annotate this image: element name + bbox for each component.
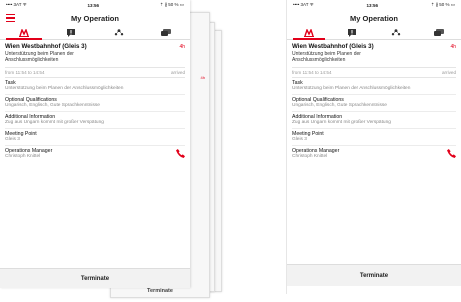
carrier-signal: •••• 3AT ᯤ xyxy=(6,2,27,7)
section-value: Ungarisch, Englisch, Gute Sprachkenntnis… xyxy=(5,103,100,109)
chat-icon xyxy=(434,28,445,36)
tab-bar xyxy=(0,26,190,40)
section-qualifications: Optional Qualifications Ungarisch, Engli… xyxy=(292,95,456,112)
section-task: Task Unterstützung beim Planen der Ansch… xyxy=(292,78,456,96)
section-qualifications: Optional Qualifications Ungarisch, Engli… xyxy=(5,95,185,112)
section-additional-info: Additional Information Zug aus Ungarn ko… xyxy=(292,112,456,129)
menu-icon[interactable] xyxy=(6,14,15,22)
page-title: My Operation xyxy=(350,13,398,23)
status-bar: •••• 3AT ᯤ 13:56 ⇡ ∦ 50 % ▭ xyxy=(0,0,190,10)
section-value: Ungarisch, Englisch, Gute Sprachkenntnis… xyxy=(292,103,387,109)
tab-info[interactable] xyxy=(48,26,96,39)
clock: 13:56 xyxy=(366,2,378,8)
operation-location: Wien Westbahnhof (Gleis 3) xyxy=(5,43,87,50)
info-icon xyxy=(348,28,357,37)
tab-team[interactable] xyxy=(95,26,143,39)
operation-detail: Wien Westbahnhof (Gleis 3) 4h Unterstütz… xyxy=(0,40,190,161)
info-icon xyxy=(67,28,76,37)
workplace-icon xyxy=(18,28,29,37)
section-manager: Operations Manager Christoph Knittel xyxy=(292,146,456,162)
page-title: My Operation xyxy=(71,13,119,23)
operation-detail: Wien Westbahnhof (Gleis 3) 4h Unterstütz… xyxy=(287,40,461,161)
manager-label: Operations Manager xyxy=(5,147,53,154)
tab-bar xyxy=(287,26,461,40)
section-value: Gleis 3 xyxy=(292,136,307,142)
section-task: Task Unterstützung beim Planen der Ansch… xyxy=(5,78,185,96)
time-range: from 11:54 to 14:54 xyxy=(292,70,332,76)
phone-call-icon[interactable] xyxy=(176,148,185,158)
tab-workplace[interactable] xyxy=(287,26,331,40)
arrival-state: arrived xyxy=(441,70,456,76)
section-value: Zug aus Ungarn kommt mit großer Verspätu… xyxy=(292,120,391,125)
carrier-signal: •••• 3AT ᯤ xyxy=(293,2,314,7)
operation-location: Wien Westbahnhof (Gleis 3) xyxy=(292,43,374,50)
battery-indicator: ⇡ ∦ 50 % ▭ xyxy=(159,2,184,7)
arrival-state: arrived xyxy=(170,70,185,76)
tab-info[interactable] xyxy=(331,26,375,39)
manager-name: Christoph Knittel xyxy=(5,153,41,159)
app-bar: My Operation xyxy=(0,10,190,26)
tab-chat[interactable] xyxy=(143,26,191,39)
app-bar: My Operation xyxy=(287,10,461,26)
phone-screen-left: •••• 3AT ᯤ 13:56 ⇡ ∦ 50 % ▭ My Operation xyxy=(0,0,190,288)
section-manager: Operations Manager Christoph Knittel xyxy=(5,146,185,162)
time-range-row: from 11:54 to 14:54 arrived xyxy=(5,67,185,79)
team-icon xyxy=(391,28,400,35)
section-value: Gleis 3 xyxy=(5,136,20,142)
tab-team[interactable] xyxy=(374,26,418,39)
section-additional-info: Additional Information Zug aus Ungarn ko… xyxy=(5,112,185,129)
manager-label: Operations Manager xyxy=(292,147,340,154)
tab-workplace[interactable] xyxy=(0,26,48,40)
terminate-button[interactable]: Terminate xyxy=(287,264,461,286)
screenshot-stage: rived 4h Terminate •••• 3AT ᯤ 13:56 ⇡ ∦ … xyxy=(0,0,461,302)
operation-duration: 4h xyxy=(450,44,456,50)
team-icon xyxy=(114,28,123,35)
status-bar: •••• 3AT ᯤ 13:56 ⇡ ∦ 50 % ▭ xyxy=(287,0,461,10)
section-meeting-point: Meeting Point Gleis 3 xyxy=(292,129,456,146)
workplace-icon xyxy=(303,28,314,37)
time-range-row: from 11:54 to 14:54 arrived xyxy=(292,67,456,79)
chat-icon xyxy=(161,28,172,36)
section-value: Unterstützung beim Planen der Anschlussm… xyxy=(5,86,124,92)
time-range: from 11:54 to 14:54 xyxy=(5,70,45,76)
section-value: Zug aus Ungarn kommt mit großer Verspätu… xyxy=(5,120,104,125)
section-meeting-point: Meeting Point Gleis 3 xyxy=(5,129,185,146)
operation-description: Unterstützung beim Planen der Anschlussm… xyxy=(292,51,361,64)
battery-indicator: ⇡ ∦ 50 % ▭ xyxy=(430,2,455,7)
terminate-label: Terminate xyxy=(359,272,389,279)
terminate-label: Terminate xyxy=(80,275,110,282)
manager-name: Christoph Knittel xyxy=(292,153,328,159)
ghost-duration: 4h xyxy=(200,75,205,80)
tab-chat[interactable] xyxy=(418,26,461,39)
ghost-terminate: Terminate xyxy=(147,288,173,294)
phone-screen-right: •••• 3AT ᯤ 13:56 ⇡ ∦ 50 % ▭ My Operation… xyxy=(286,0,461,294)
operation-duration: 4h xyxy=(179,44,185,50)
operation-description: Unterstützung beim Planen der Anschlussm… xyxy=(5,51,74,64)
terminate-button[interactable]: Terminate xyxy=(0,268,190,288)
phone-call-icon[interactable] xyxy=(447,148,456,158)
clock: 13:56 xyxy=(87,2,99,8)
section-value: Unterstützung beim Planen der Anschlussm… xyxy=(292,86,411,92)
